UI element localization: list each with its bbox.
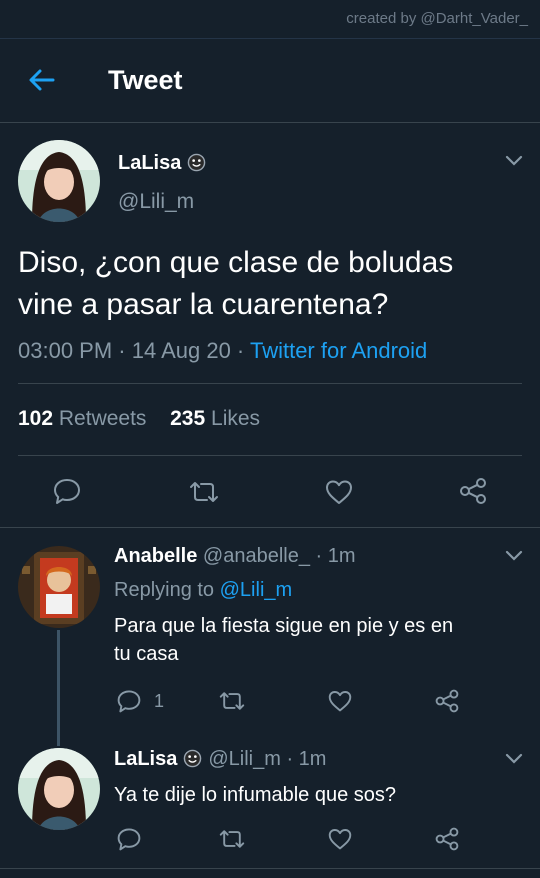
reply-header: LaLisa @Lili_m · 1m [114,748,326,771]
likes-label[interactable]: Likes [211,407,260,430]
reply-text-line: Para que la fiesta sigue en pie y es en [114,615,454,637]
likes-count[interactable]: 235 [170,407,205,430]
divider [0,868,540,869]
retweets-count[interactable]: 102 [18,407,53,430]
divider [0,527,540,528]
reply-text-line: Ya te dije lo infumable que sos? [114,784,397,806]
chevron-down-icon[interactable] [504,154,524,168]
share-icon[interactable] [458,476,488,506]
tweet-text-line: Diso, ¿con que clase de boludas [18,246,454,279]
top-bar: Tweet [0,38,540,123]
reply-author-name[interactable]: Anabelle [114,545,197,567]
tweet-text: Diso, ¿con que clase de boludas vine a p… [18,242,518,326]
author-name-text: LaLisa [118,152,182,174]
replying-to-label: Replying to [114,579,220,601]
thread-line [57,630,60,746]
chevron-down-icon[interactable] [504,752,524,766]
retweet-icon[interactable] [188,477,220,507]
like-icon[interactable] [327,689,353,713]
author-name[interactable]: LaLisa [118,152,206,175]
tweet-meta: 03:00 PM · 14 Aug 20 · Twitter for Andro… [18,338,427,364]
reply-text-line: tu casa [114,643,179,665]
back-arrow-icon[interactable] [27,65,57,95]
avatar[interactable] [18,748,100,830]
tweet-stats: 102 Retweets 235 Likes [18,407,260,431]
replying-to-handle[interactable]: @Lili_m [220,579,293,601]
watermark: created by @Darht_Vader_ [346,10,528,27]
tweet-timestamp: 03:00 PM · 14 Aug 20 · [18,338,250,363]
tweet-text-line: vine a pasar la cuarentena? [18,288,389,321]
reply-timestamp: · 1m [286,748,327,770]
replying-to: Replying to @Lili_m [114,579,292,602]
chevron-down-icon[interactable] [504,549,524,563]
smiley-icon [188,153,206,172]
reply-author-handle[interactable]: @anabelle_ [203,545,310,567]
retweet-icon[interactable] [218,688,246,714]
smiley-icon [184,749,202,768]
reply-text: Para que la fiesta sigue en pie y es en … [114,612,514,668]
share-icon[interactable] [434,826,460,852]
share-icon[interactable] [434,688,460,714]
reply-count: 1 [154,691,165,711]
retweet-icon[interactable] [218,826,246,852]
like-icon[interactable] [324,478,354,506]
reply-header: Anabelle @anabelle_ · 1m [114,545,356,568]
avatar[interactable] [18,546,100,628]
reply-text: Ya te dije lo infumable que sos? [114,781,514,809]
divider [18,383,522,384]
tweet-source-link[interactable]: Twitter for Android [250,338,427,363]
reply-author-handle[interactable]: @Lili_m [208,748,281,770]
reply-timestamp: · 1m [315,545,356,567]
reply-icon[interactable] [116,826,142,852]
page-title: Tweet [108,65,183,95]
divider [18,455,522,456]
reply-icon[interactable] [116,688,142,714]
author-handle[interactable]: @Lili_m [118,190,194,214]
reply-icon[interactable] [52,476,82,506]
retweets-label[interactable]: Retweets [59,407,147,430]
reply-author-name[interactable]: LaLisa [114,748,177,770]
avatar[interactable] [18,140,100,222]
like-icon[interactable] [327,827,353,851]
